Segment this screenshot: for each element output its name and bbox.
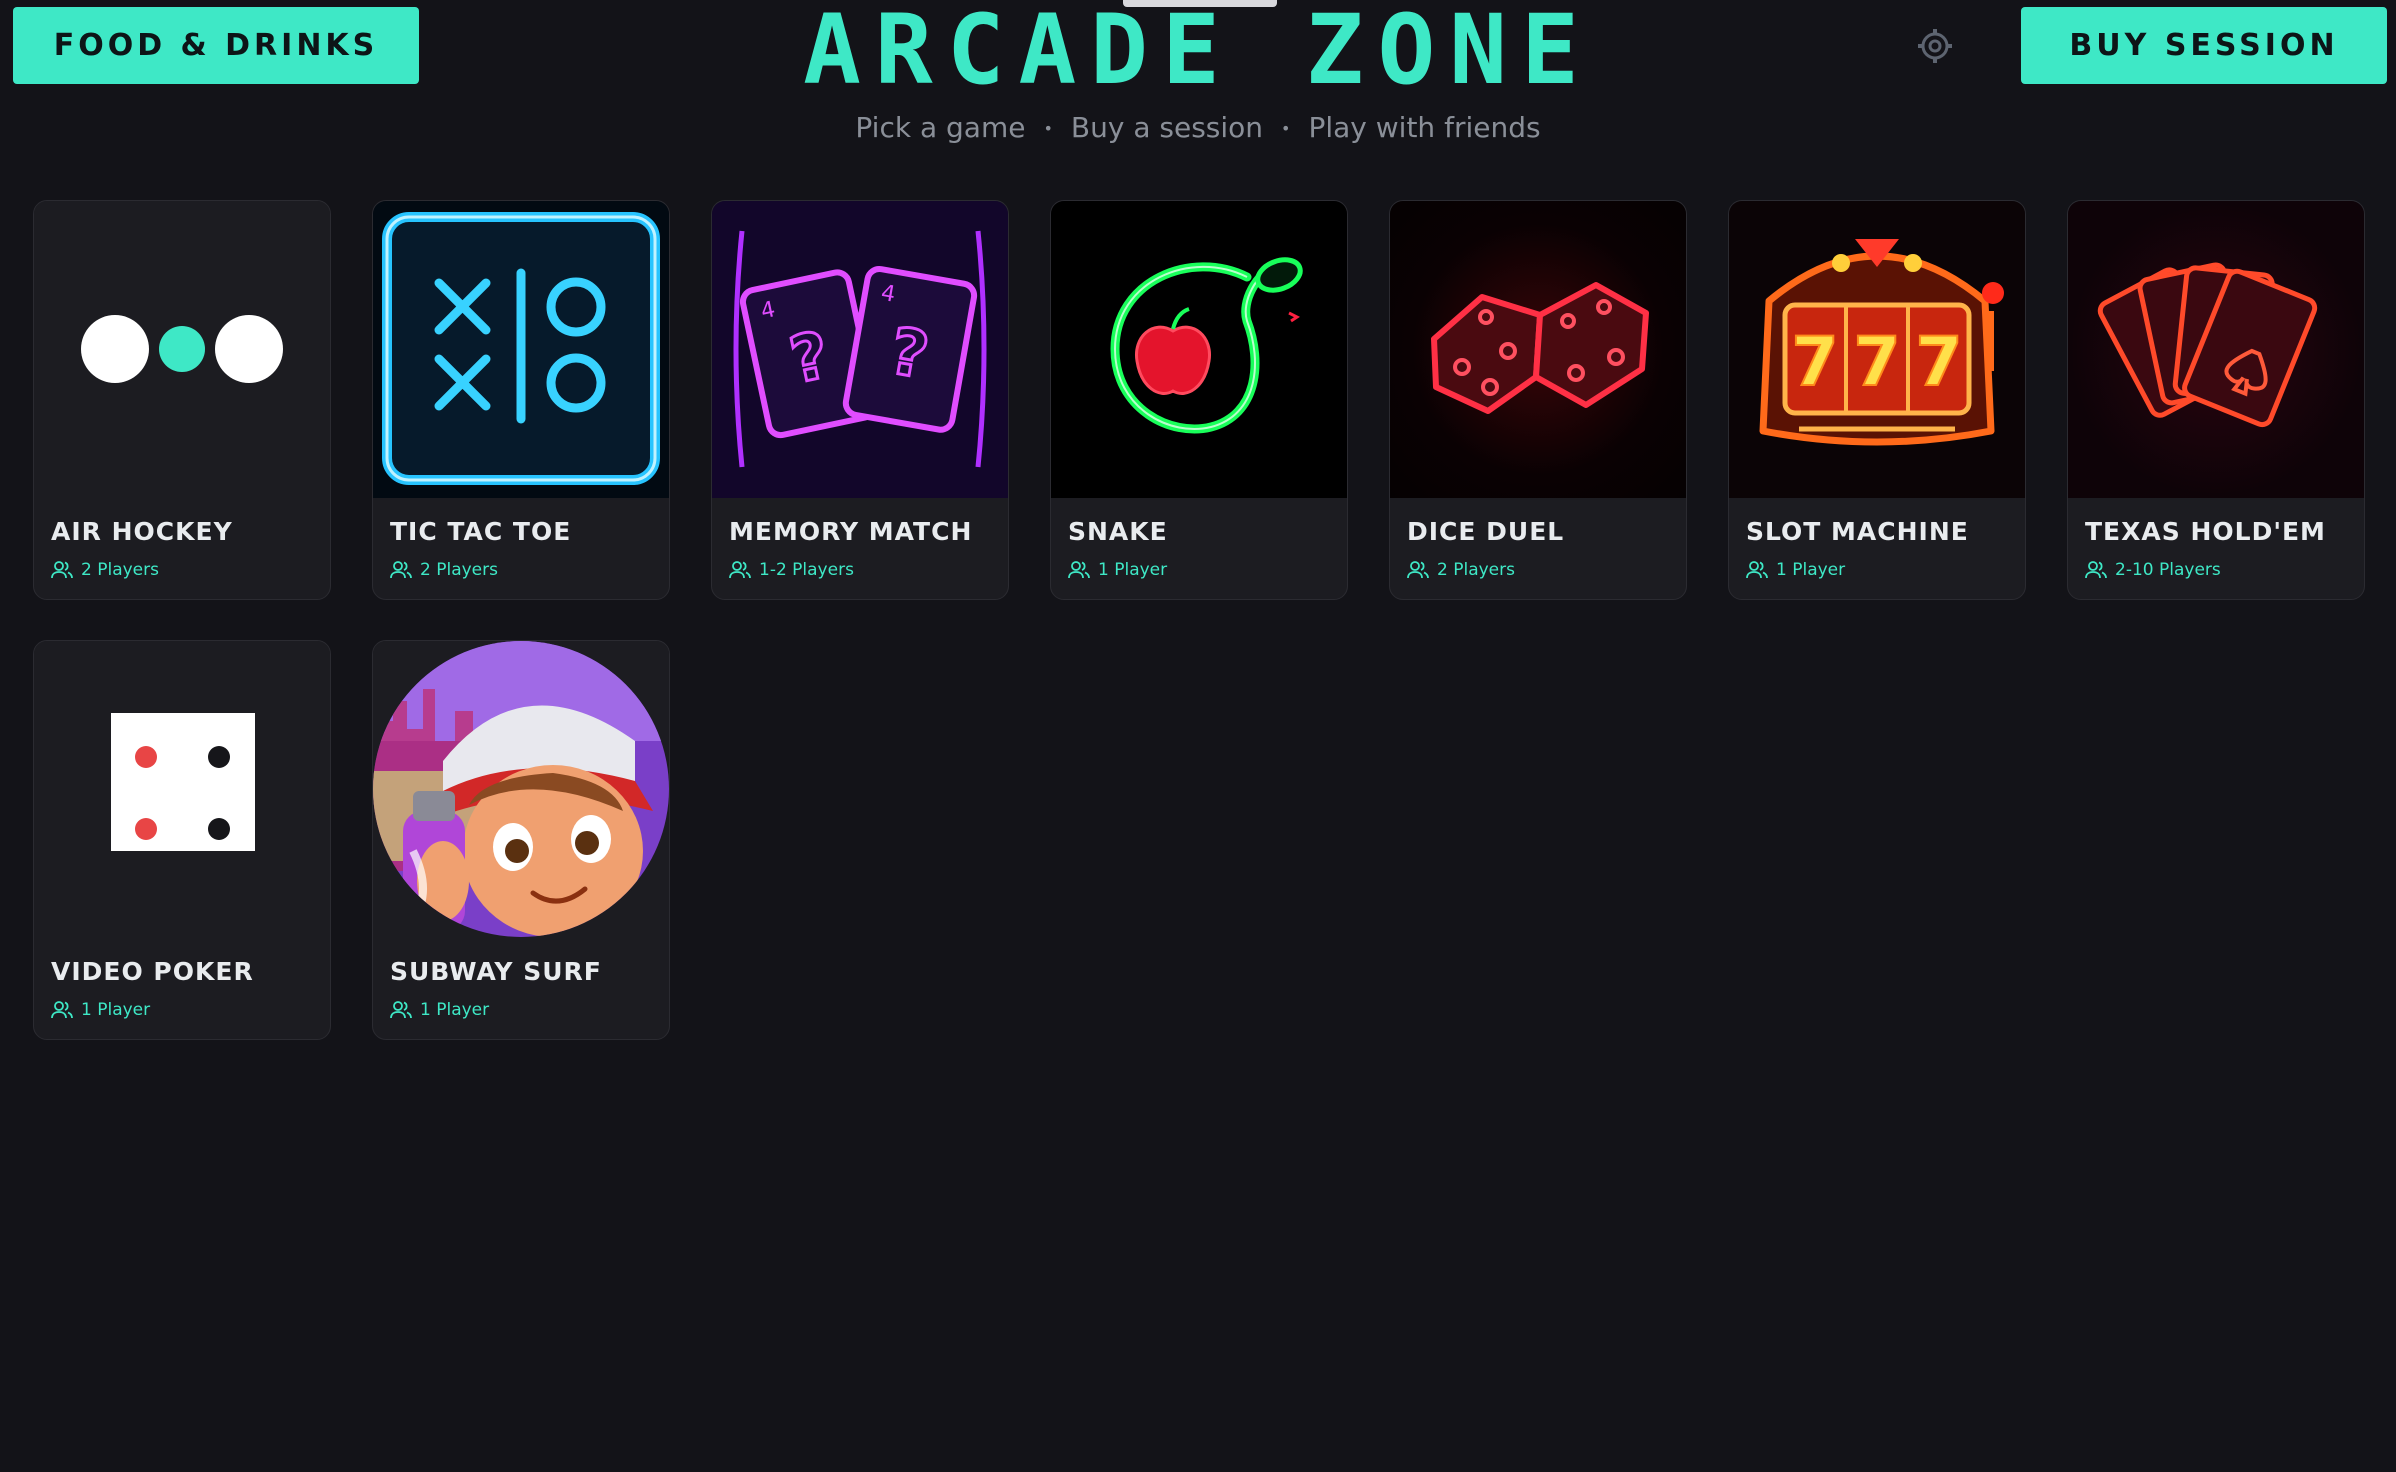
players-count: 2 Players xyxy=(420,560,498,580)
subtitle-play: Play with friends xyxy=(1308,111,1541,144)
players-count: 1 Player xyxy=(1098,560,1168,580)
page-subtitle: Pick a game • Buy a session • Play with frie… xyxy=(855,111,1541,144)
players-icon xyxy=(1068,561,1090,579)
game-title: AIR HOCKEY xyxy=(51,517,233,546)
players-count: 1-2 Players xyxy=(759,560,854,580)
players-icon xyxy=(390,561,412,579)
game-card-texas-holdem[interactable]: TEXAS HOLD'EM 2-10 Players xyxy=(2067,200,2365,600)
game-card-dice-duel[interactable]: DICE DUEL 2 Players xyxy=(1389,200,1687,600)
gear-icon[interactable] xyxy=(1918,29,1952,63)
game-card-air-hockey[interactable]: AIR HOCKEY 2 Players xyxy=(33,200,331,600)
svg-text:7: 7 xyxy=(1791,323,1838,402)
game-title: VIDEO POKER xyxy=(51,957,254,986)
players-icon xyxy=(729,561,751,579)
svg-text:7: 7 xyxy=(1915,323,1962,402)
players-count: 1 Player xyxy=(1776,560,1846,580)
game-title: TEXAS HOLD'EM xyxy=(2085,517,2326,546)
memory-cards-icon: ? 4 ? 4 xyxy=(712,201,1008,498)
game-title: TIC TAC TOE xyxy=(390,517,572,546)
game-title: SLOT MACHINE xyxy=(1746,517,1969,546)
game-card-subway-surf[interactable]: SUBWAY SURF 1 Player xyxy=(372,640,670,1040)
players-count: 1 Player xyxy=(81,1000,151,1020)
game-title: SUBWAY SURF xyxy=(390,957,602,986)
players-icon xyxy=(51,1001,73,1019)
players-icon xyxy=(390,1001,412,1019)
tic-tac-toe-icon xyxy=(373,201,669,498)
snake-icon xyxy=(1051,201,1347,498)
subtitle-buy: Buy a session xyxy=(1070,111,1264,144)
dice-icon xyxy=(1390,201,1686,498)
game-card-tic-tac-toe[interactable]: TIC TAC TOE 2 Players xyxy=(372,200,670,600)
game-title: DICE DUEL xyxy=(1407,517,1565,546)
players-icon xyxy=(1746,561,1768,579)
game-card-slot-machine[interactable]: 777 SLOT MACHINE 1 Player xyxy=(1728,200,2026,600)
players-count: 2 Players xyxy=(1437,560,1515,580)
game-title: SNAKE xyxy=(1068,517,1168,546)
players-icon xyxy=(1407,561,1429,579)
players-count: 1 Player xyxy=(420,1000,490,1020)
players-icon xyxy=(51,561,73,579)
svg-text:7: 7 xyxy=(1853,323,1900,402)
slot-machine-icon: 777 xyxy=(1729,201,2025,498)
game-card-snake[interactable]: SNAKE 1 Player xyxy=(1050,200,1348,600)
game-card-memory-match[interactable]: ? 4 ? 4 MEMORY MATCH 1-2 Players xyxy=(711,200,1009,600)
players-count: 2 Players xyxy=(81,560,159,580)
air-hockey-icon xyxy=(34,201,330,498)
players-count: 2-10 Players xyxy=(2115,560,2221,580)
playing-cards-icon xyxy=(2068,201,2364,498)
game-title: MEMORY MATCH xyxy=(729,517,973,546)
players-icon xyxy=(2085,561,2107,579)
game-card-video-poker[interactable]: VIDEO POKER 1 Player xyxy=(33,640,331,1040)
buy-session-button[interactable]: BUY SESSION xyxy=(2021,7,2387,84)
die-face-icon xyxy=(34,641,330,938)
subway-surfer-character-icon xyxy=(373,641,669,938)
subtitle-pick: Pick a game xyxy=(855,111,1026,144)
